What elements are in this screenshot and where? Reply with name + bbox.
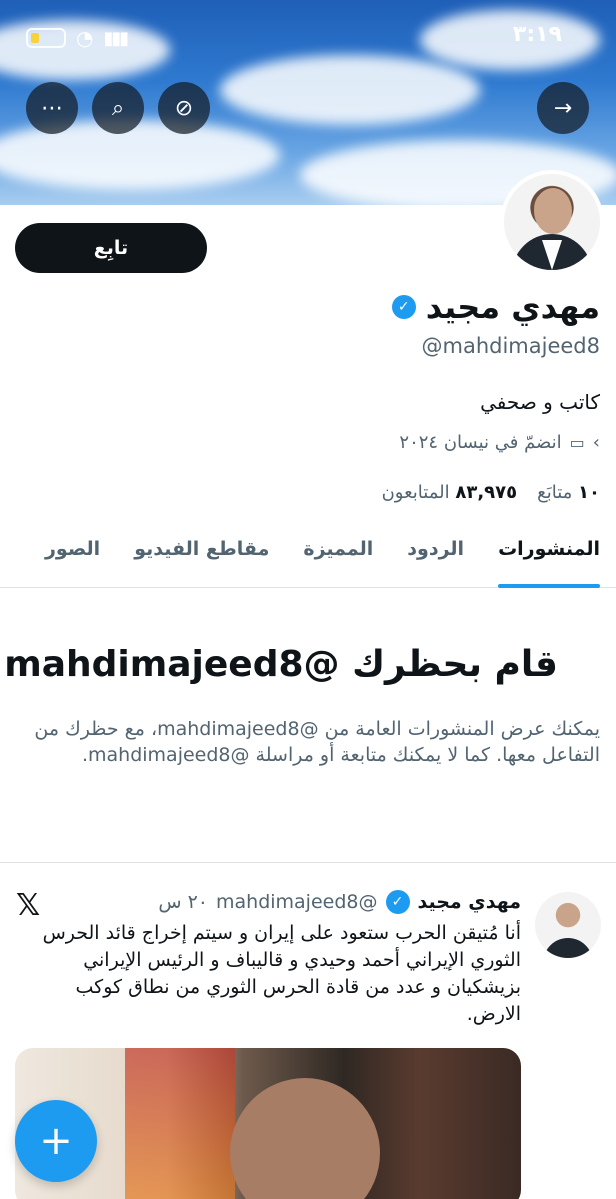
flag-graphic xyxy=(125,1048,235,1199)
profile-banner: ◔ ▮▮▮ ٣:١٩ ⋯ ⌕ ⊘ → xyxy=(0,0,616,205)
followers-label: المتابعون xyxy=(381,482,450,503)
verified-badge-icon: ✓ xyxy=(391,295,416,319)
grok-button[interactable]: ⊘ xyxy=(158,82,210,134)
follow-button[interactable]: تابِع xyxy=(15,223,207,273)
more-options-button[interactable]: ⋯ xyxy=(26,82,78,134)
post-time: ٢٠ س xyxy=(158,891,208,913)
followers-count: ٨٣,٩٧٥ xyxy=(455,482,518,503)
post-author-name[interactable]: مهدي مجيد xyxy=(418,891,522,913)
person-graphic xyxy=(230,1078,380,1199)
signal-icon: ▮▮▮ xyxy=(103,27,129,49)
calendar-icon: ▭ xyxy=(569,433,585,452)
x-logo-icon: 𝕏 xyxy=(16,888,41,923)
arrow-icon: → xyxy=(553,95,573,121)
grok-icon: ⊘ xyxy=(174,95,194,121)
following-count: ١٠ xyxy=(578,482,600,503)
post-text[interactable]: أنا مُتيقن الحرب ستعود على إيران و سيتم … xyxy=(31,920,521,1028)
post-header: مهدي مجيد ✓ @mahdimajeed8 ٢٠ س xyxy=(158,890,521,914)
blocked-text: يمكنك عرض المنشورات العامة من @mahdimaje… xyxy=(34,718,600,766)
joined-text: انضمّ في نيسان ٢٠٢٤ xyxy=(399,432,562,453)
following-link[interactable]: ١٠ متابَع xyxy=(537,482,600,503)
profile-stats: ١٠ متابَع ٨٣,٩٧٥ المتابعون xyxy=(382,482,600,503)
profile-bio: كاتب و صحفي xyxy=(480,390,600,414)
divider xyxy=(0,862,616,863)
profile-name-text: مهدي مجيد xyxy=(425,288,600,326)
search-button[interactable]: ⌕ xyxy=(92,82,144,134)
tab-photos[interactable]: الصور xyxy=(45,528,100,587)
tab-replies[interactable]: الردود xyxy=(407,528,464,587)
joined-date: › ▭ انضمّ في نيسان ٢٠٢٤ xyxy=(399,432,600,453)
battery-icon xyxy=(26,28,66,48)
profile-name: مهدي مجيد ✓ xyxy=(391,288,600,326)
following-label: متابَع xyxy=(537,482,573,503)
wifi-icon: ◔ xyxy=(76,26,94,50)
verified-badge-icon: ✓ xyxy=(385,890,410,914)
post-author-handle: @mahdimajeed8 xyxy=(216,891,378,913)
blocked-title: قام بحظرك @mahdimajeed8 xyxy=(4,644,558,685)
search-icon: ⌕ xyxy=(111,95,125,121)
tab-highlights[interactable]: المميزة xyxy=(303,528,373,587)
tab-posts[interactable]: المنشورات xyxy=(498,528,600,588)
status-icons: ◔ ▮▮▮ xyxy=(26,26,129,50)
profile-handle: @mahdimajeed8 xyxy=(421,334,601,358)
chevron-icon: › xyxy=(592,432,600,453)
tab-videos[interactable]: مقاطع الفيديو xyxy=(134,528,269,587)
status-time: ٣:١٩ xyxy=(512,22,562,47)
compose-post-button[interactable]: + xyxy=(15,1100,97,1182)
profile-avatar[interactable] xyxy=(500,170,604,274)
back-button[interactable]: → xyxy=(537,82,589,134)
post-avatar[interactable] xyxy=(535,892,601,958)
followers-link[interactable]: ٨٣,٩٧٥ المتابعون xyxy=(382,482,518,503)
more-icon: ⋯ xyxy=(41,95,63,121)
profile-tabs: المنشورات الردود المميزة مقاطع الفيديو ا… xyxy=(0,528,616,588)
